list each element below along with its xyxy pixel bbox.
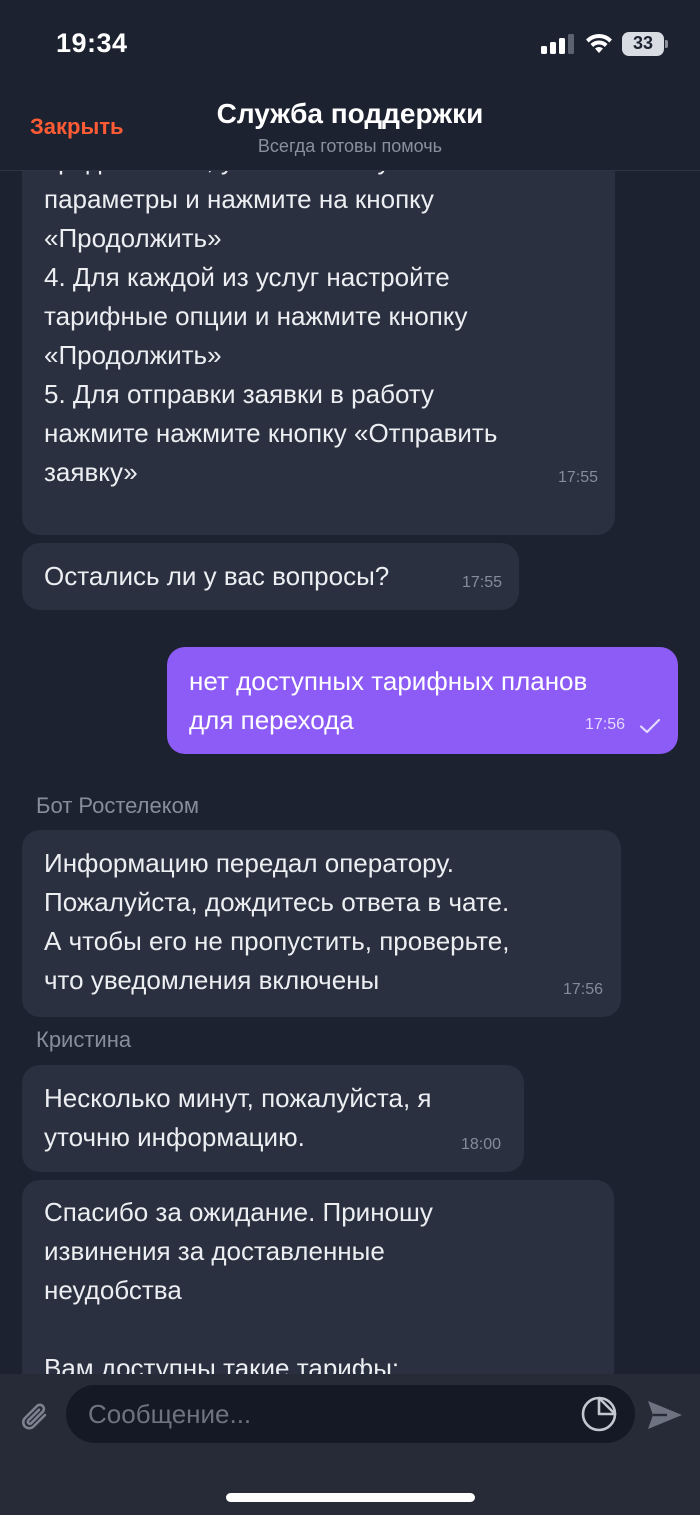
message-text: Остались ли у вас вопросы? — [44, 561, 390, 591]
message-bubble-outgoing[interactable]: нет доступных тарифных планов для перехо… — [167, 647, 678, 754]
message-bubble[interactable]: Информацию передал оператору. Пожалуйста… — [22, 830, 621, 1017]
battery-level: 33 — [632, 33, 654, 53]
message-bubble[interactable]: Остались ли у вас вопросы? 17:55 — [22, 543, 519, 610]
status-bar: 19:34 33 — [0, 0, 700, 90]
message-bubble[interactable]: Спасибо за ожидание. Приношу извинения з… — [22, 1180, 614, 1374]
message-text: Несколько минут, пожалуйста, я уточню ин… — [44, 1083, 432, 1152]
message-bubble[interactable]: предложение, установите нужные вам парам… — [22, 171, 615, 535]
message-time: 17:55 — [558, 469, 599, 486]
message-input[interactable] — [66, 1385, 635, 1443]
message-text: нет доступных тарифных планов для перехо… — [189, 666, 588, 735]
message-text: предложение, установите нужные вам парам… — [44, 171, 509, 487]
sticker-icon[interactable] — [580, 1395, 618, 1433]
send-icon[interactable] — [645, 1398, 685, 1432]
message-text: Информацию передал оператору. Пожалуйста… — [44, 848, 510, 995]
sender-name: Кристина — [36, 1027, 132, 1052]
message-time: 17:56 — [563, 981, 604, 998]
chat-header: Закрыть Служба поддержки Всегда готовы п… — [0, 90, 700, 171]
page-title: Служба поддержки — [216, 98, 484, 129]
message-time: 18:00 — [461, 1136, 502, 1153]
sender-name: Бот Ростелеком — [36, 793, 199, 818]
check-icon — [639, 718, 661, 734]
page-subtitle: Всегда готовы помочь — [257, 136, 443, 156]
signal-icon — [541, 34, 574, 54]
message-time: 17:56 — [585, 716, 626, 733]
paperclip-icon[interactable] — [18, 1400, 54, 1436]
message-text: Спасибо за ожидание. Приношу извинения з… — [44, 1197, 433, 1374]
home-indicator — [226, 1493, 475, 1502]
wifi-icon — [586, 33, 612, 53]
battery-icon: 33 — [622, 32, 668, 56]
message-list[interactable]: предложение, установите нужные вам парам… — [0, 171, 700, 1374]
status-time: 19:34 — [56, 28, 128, 58]
message-composer — [0, 1374, 700, 1515]
message-time: 17:55 — [462, 574, 503, 591]
message-bubble[interactable]: Несколько минут, пожалуйста, я уточню ин… — [22, 1065, 524, 1172]
